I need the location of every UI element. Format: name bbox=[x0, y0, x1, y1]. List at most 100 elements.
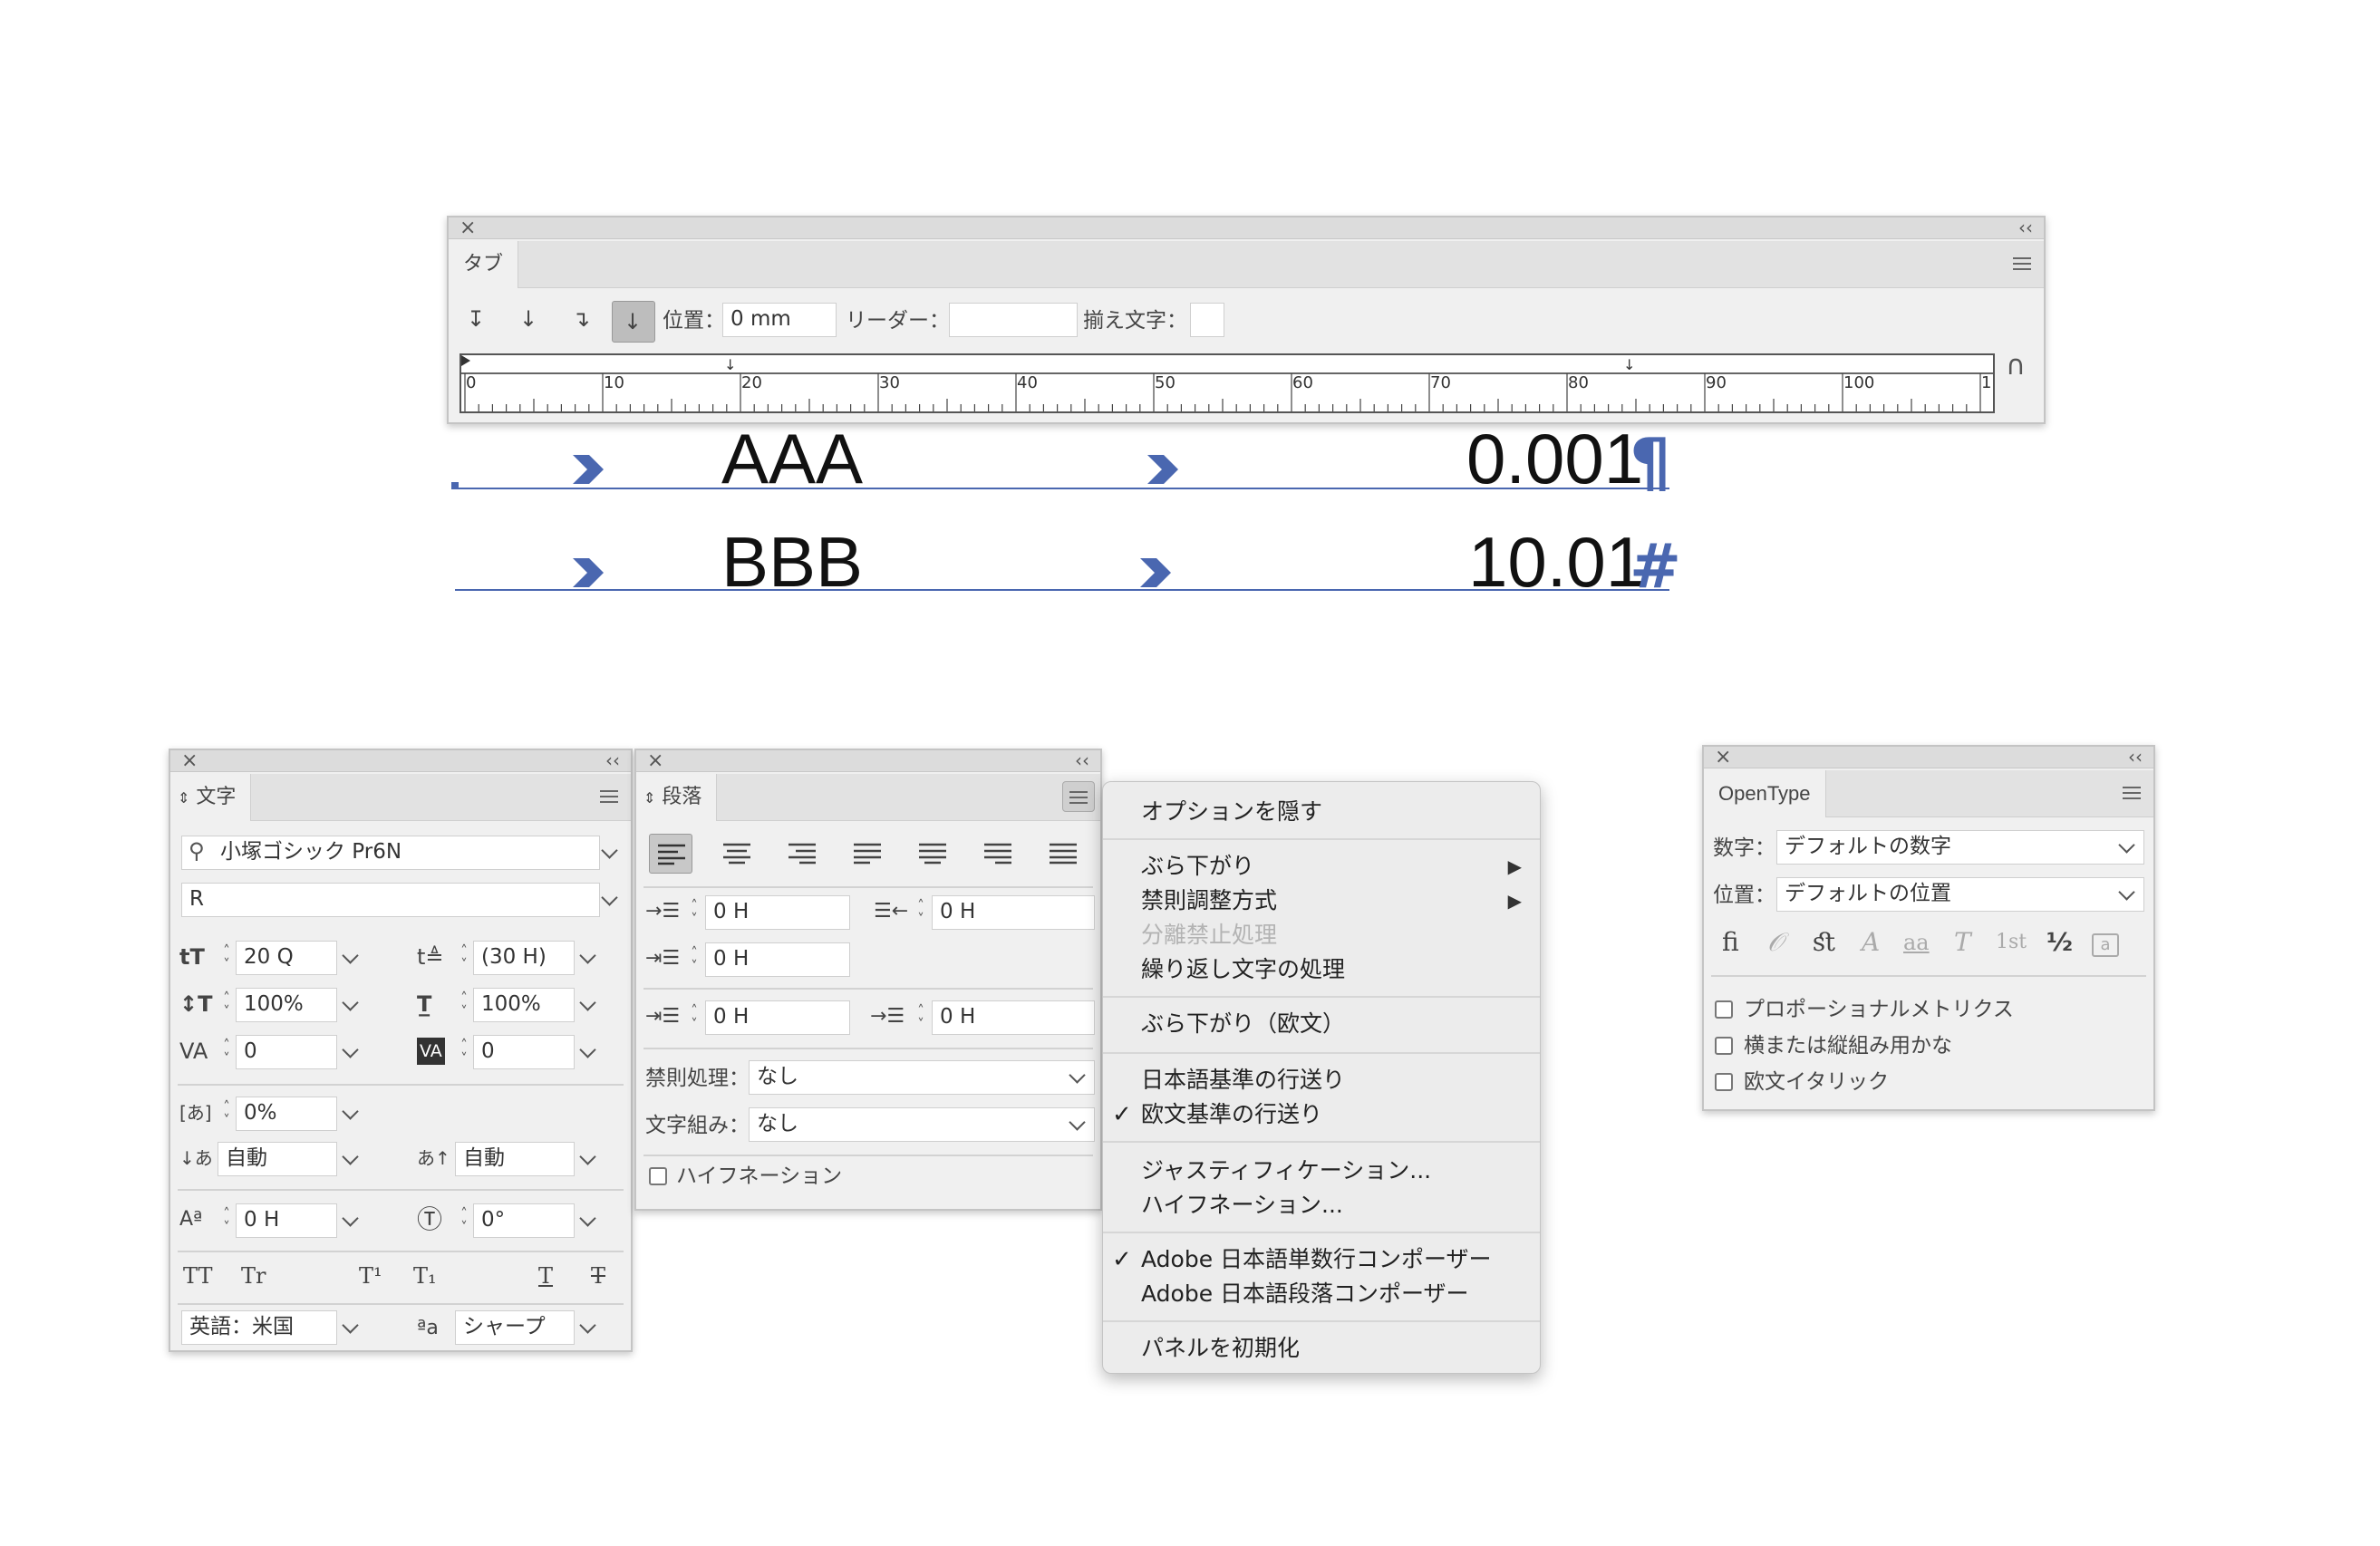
text-aaa[interactable]: AAA bbox=[721, 422, 863, 495]
contextual-alternates-button[interactable]: aa bbox=[1903, 926, 1930, 959]
tsume-input[interactable]: 0% bbox=[236, 1097, 337, 1131]
menu-item-burasagari-roman[interactable]: ぶら下がり（欧文） bbox=[1141, 1009, 1345, 1039]
close-icon[interactable]: × bbox=[647, 750, 663, 772]
panel-menu-button[interactable] bbox=[1062, 781, 1095, 812]
tracking-stepper[interactable]: ˄ ˅ bbox=[457, 1039, 471, 1066]
first-line-indent-stepper[interactable]: ˄ ˅ bbox=[687, 946, 701, 973]
rotation-input[interactable]: 0° bbox=[473, 1203, 575, 1238]
menu-item-single-line-composer[interactable]: Adobe 日本語単数行コンポーザー bbox=[1141, 1244, 1492, 1275]
left-indent-input[interactable]: 0 H bbox=[705, 895, 850, 930]
ligatures-button[interactable]: ﬁ bbox=[1722, 926, 1739, 959]
vertical-scale-input[interactable]: 100% bbox=[236, 988, 337, 1022]
close-icon[interactable]: × bbox=[1715, 747, 1731, 768]
menu-item-repeat-char[interactable]: 繰り返し文字の処理 bbox=[1141, 954, 1345, 985]
menu-item-hyphenation[interactable]: ハイフネーション... bbox=[1141, 1190, 1343, 1221]
chevron-down-icon[interactable] bbox=[601, 842, 618, 859]
language-select[interactable]: 英語：米国 bbox=[181, 1310, 337, 1345]
tab-opentype[interactable]: OpenType bbox=[1704, 770, 1826, 817]
antialias-select[interactable]: シャープ bbox=[455, 1310, 575, 1345]
panel-menu-icon[interactable] bbox=[600, 790, 618, 803]
close-icon[interactable]: × bbox=[460, 217, 476, 239]
chevron-down-icon[interactable] bbox=[342, 1041, 359, 1058]
chevron-down-icon[interactable] bbox=[342, 1317, 359, 1334]
panel-menu-icon[interactable] bbox=[2123, 787, 2141, 799]
chevron-down-icon[interactable] bbox=[579, 947, 596, 964]
align-left-button[interactable] bbox=[649, 834, 692, 874]
center-justified-tab-icon[interactable]: ↓ bbox=[519, 303, 537, 335]
space-after-input[interactable]: 0 H bbox=[932, 1000, 1095, 1035]
baseline-shift-input[interactable]: 0 H bbox=[236, 1203, 337, 1238]
kerning-input[interactable]: 0 bbox=[236, 1035, 337, 1069]
rotation-stepper[interactable]: ˄ ˅ bbox=[457, 1207, 471, 1234]
titling-button[interactable]: A bbox=[1862, 926, 1880, 959]
justify-left-icon[interactable] bbox=[854, 843, 881, 865]
menu-item-hide-options[interactable]: オプションを隠す bbox=[1141, 797, 1322, 827]
tab-ruler[interactable]: ↓ ↓ 0 10 20 30 40 50 60 70 80 90 100 1 bbox=[460, 353, 1995, 413]
menu-item-paragraph-composer[interactable]: Adobe 日本語段落コンポーザー bbox=[1141, 1279, 1469, 1309]
right-justified-tab-icon[interactable]: ↴ bbox=[572, 303, 590, 335]
leading-input[interactable]: (30 H) bbox=[473, 941, 575, 975]
justify-right-icon[interactable] bbox=[984, 843, 1011, 865]
chevron-down-icon[interactable] bbox=[579, 1041, 596, 1058]
font-style-select[interactable]: R bbox=[181, 883, 600, 917]
position-panel-above-frame-icon[interactable]: ∩ bbox=[2006, 350, 2026, 382]
discretionary-ligatures-button[interactable]: ﬆ bbox=[1813, 926, 1836, 959]
all-caps-button[interactable]: TT bbox=[183, 1260, 212, 1292]
chevron-down-icon[interactable] bbox=[342, 1148, 359, 1165]
ornament-button[interactable]: a bbox=[2092, 933, 2119, 957]
vertical-scale-stepper[interactable]: ˄ ˅ bbox=[219, 991, 234, 1019]
tracking-input[interactable]: 0 bbox=[473, 1035, 575, 1069]
kerning-stepper[interactable]: ˄ ˅ bbox=[219, 1039, 234, 1066]
kana-checkbox[interactable] bbox=[1715, 1037, 1733, 1055]
leader-input[interactable] bbox=[949, 303, 1078, 337]
swash-button[interactable]: 𝒪 bbox=[1767, 926, 1784, 959]
chevron-down-icon[interactable] bbox=[579, 1148, 596, 1165]
menu-item-jp-leading[interactable]: 日本語基準の行送り bbox=[1141, 1065, 1345, 1096]
left-justified-tab-icon[interactable]: ↧ bbox=[467, 303, 485, 335]
right-indent-stepper[interactable]: ˄ ˅ bbox=[914, 899, 928, 926]
text-value-2[interactable]: 10.01 bbox=[1468, 526, 1645, 598]
menu-item-justification[interactable]: ジャスティフィケーション... bbox=[1141, 1155, 1431, 1186]
panel-menu-icon[interactable] bbox=[2013, 257, 2031, 270]
align-right-icon[interactable] bbox=[788, 843, 816, 865]
ordinal-button[interactable]: 1st bbox=[1996, 926, 2027, 959]
subscript-button[interactable]: T₁ bbox=[413, 1260, 437, 1292]
collapse-icon[interactable]: ‹‹ bbox=[2128, 747, 2143, 767]
collapse-icon[interactable]: ‹‹ bbox=[1075, 750, 1089, 770]
italic-checkbox[interactable] bbox=[1715, 1073, 1733, 1091]
close-icon[interactable]: × bbox=[181, 750, 198, 772]
small-caps-button[interactable]: Tr bbox=[241, 1260, 266, 1292]
hyphenation-checkbox[interactable] bbox=[649, 1167, 667, 1185]
space-before-stepper[interactable]: ˄ ˅ bbox=[687, 1004, 701, 1031]
align-to-decimal-tab-button[interactable]: ↓ bbox=[612, 301, 655, 343]
chevron-down-icon[interactable] bbox=[342, 1103, 359, 1120]
leading-stepper[interactable]: ˄ ˅ bbox=[457, 944, 471, 971]
space-before-input[interactable]: 0 H bbox=[705, 1000, 850, 1035]
justify-all-icon[interactable] bbox=[1050, 843, 1077, 865]
kinsoku-select[interactable]: なし bbox=[749, 1060, 1095, 1095]
aki-after-select[interactable]: 自動 bbox=[455, 1142, 575, 1176]
font-family-select[interactable]: 小塚ゴシック Pr6N bbox=[181, 836, 600, 870]
chevron-down-icon[interactable] bbox=[579, 1317, 596, 1334]
aki-before-select[interactable]: 自動 bbox=[218, 1142, 337, 1176]
all-small-caps-button[interactable]: T bbox=[1954, 926, 1971, 959]
chevron-down-icon[interactable] bbox=[579, 1210, 596, 1227]
text-value-1[interactable]: 0.001 bbox=[1466, 422, 1643, 495]
position-input[interactable]: 0 mm bbox=[722, 303, 837, 337]
strikethrough-button[interactable]: T bbox=[591, 1260, 605, 1292]
chevron-down-icon[interactable] bbox=[342, 1210, 359, 1227]
collapse-icon[interactable]: ‹‹ bbox=[2018, 217, 2033, 237]
right-indent-input[interactable]: 0 H bbox=[932, 895, 1095, 930]
superscript-button[interactable]: T¹ bbox=[359, 1260, 382, 1292]
font-size-stepper[interactable]: ˄ ˅ bbox=[219, 944, 234, 971]
tab-character[interactable]: ⇕ 文字 bbox=[170, 774, 252, 821]
space-after-stepper[interactable]: ˄ ˅ bbox=[914, 1004, 928, 1031]
justify-center-icon[interactable] bbox=[919, 843, 946, 865]
text-bbb[interactable]: BBB bbox=[721, 526, 863, 598]
font-size-input[interactable]: 20 Q bbox=[236, 941, 337, 975]
fraction-button[interactable]: ½ bbox=[2046, 926, 2073, 959]
tab-tabs[interactable]: タブ bbox=[449, 241, 519, 288]
collapse-icon[interactable]: ‹‹ bbox=[605, 750, 620, 770]
horizontal-scale-stepper[interactable]: ˄ ˅ bbox=[457, 991, 471, 1019]
tsume-stepper[interactable]: ˄ ˅ bbox=[219, 1100, 234, 1127]
